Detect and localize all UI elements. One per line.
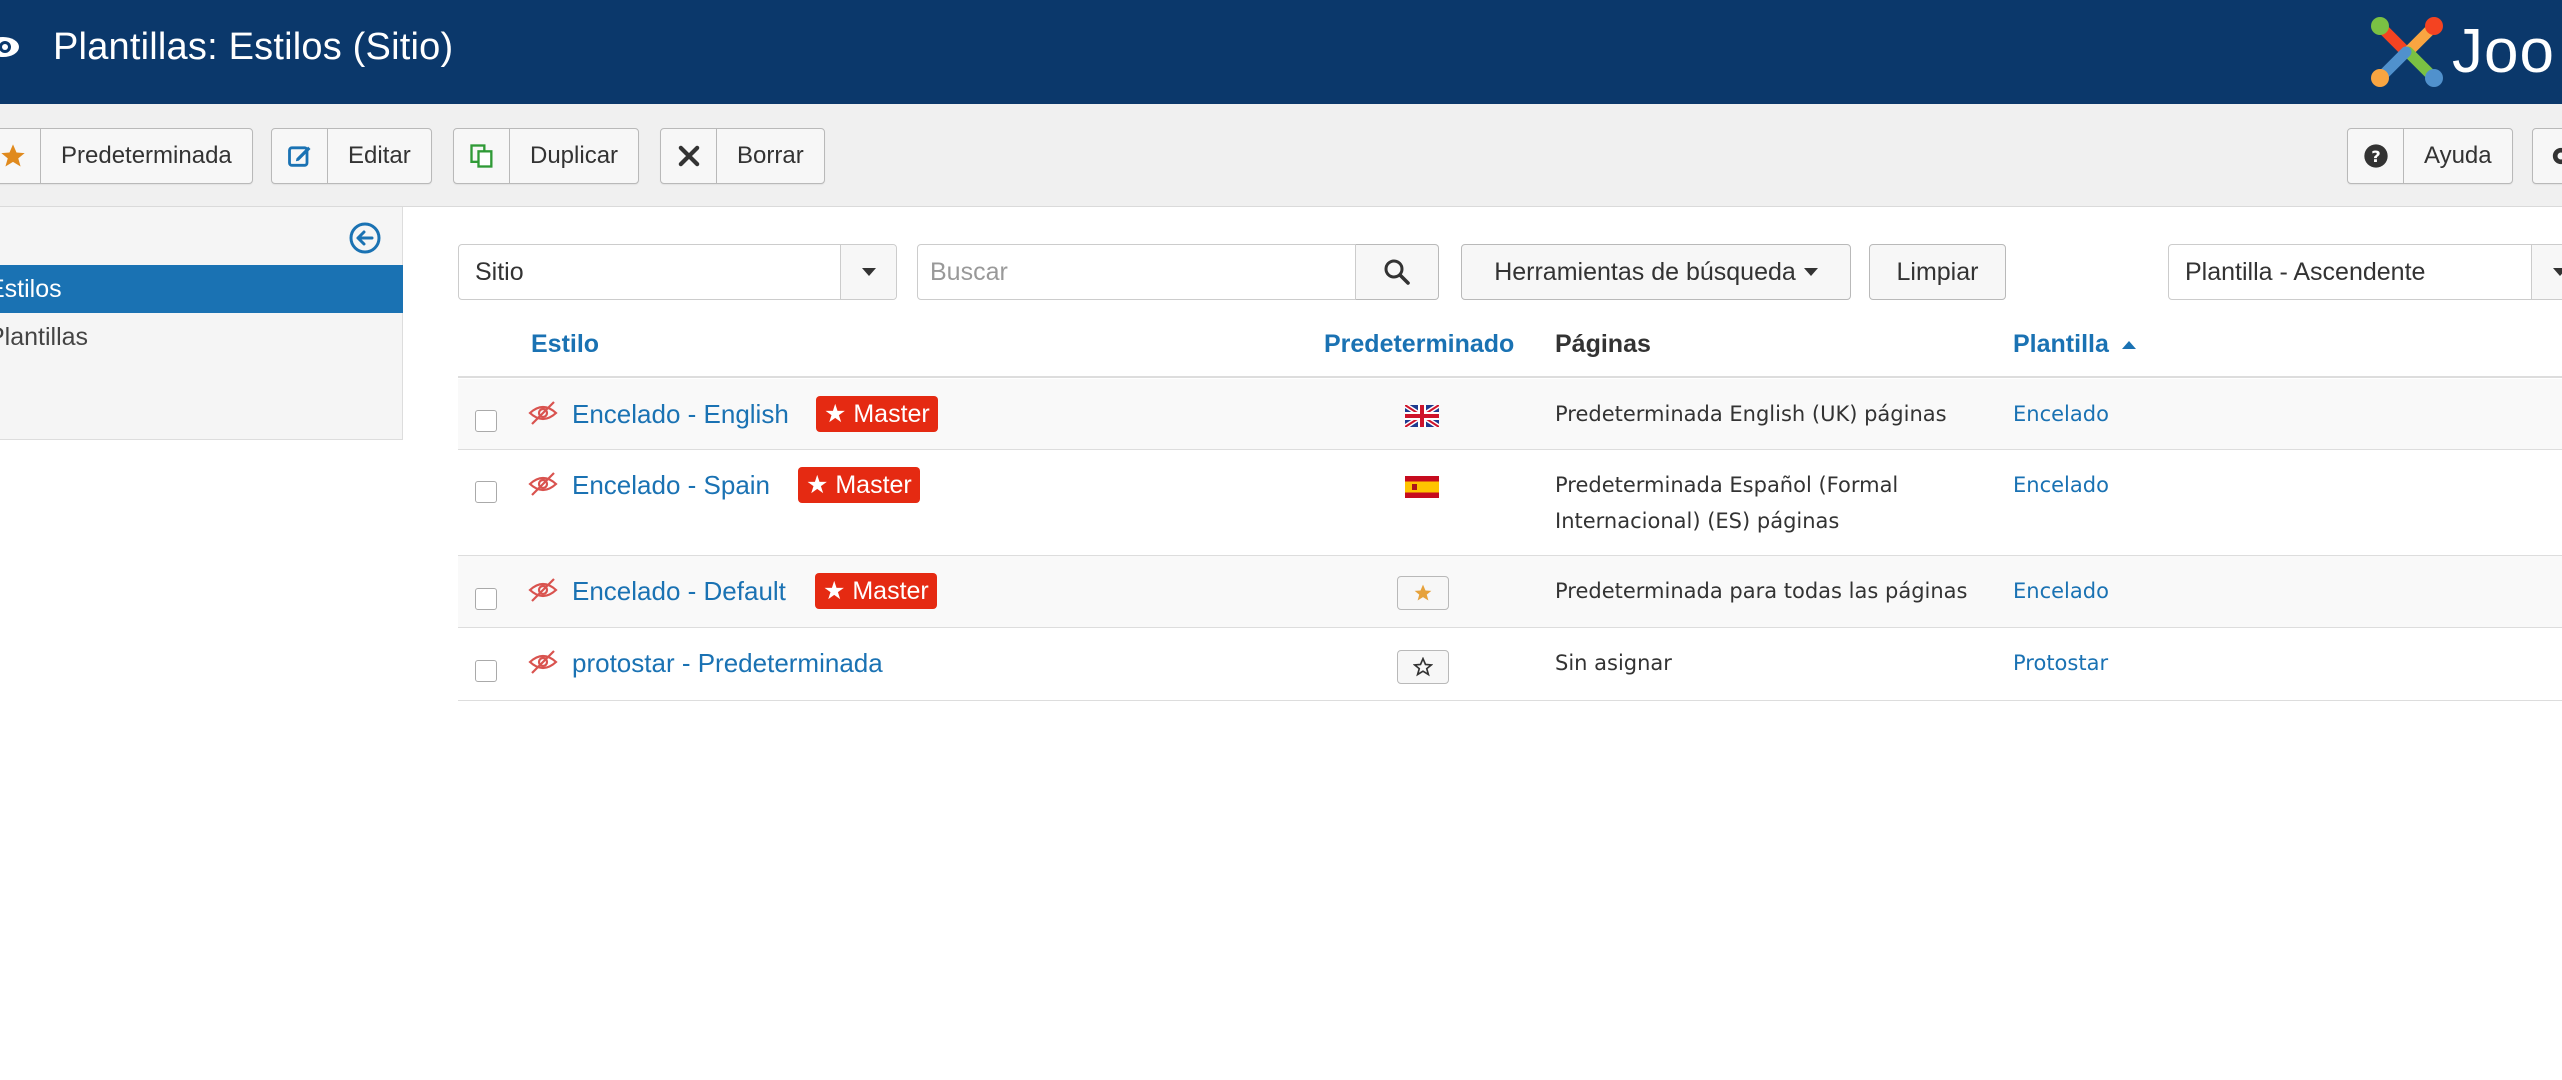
client-select[interactable]: Sitio — [458, 244, 897, 300]
template-link[interactable]: Protostar — [2013, 651, 2108, 675]
close-icon — [661, 129, 717, 183]
sort-ascending-icon — [2121, 341, 2136, 350]
gear-icon — [2533, 129, 2562, 183]
column-header-template[interactable]: Plantilla — [2013, 330, 2136, 359]
star-icon — [0, 129, 41, 183]
template-link[interactable]: Encelado — [2013, 402, 2109, 426]
delete-button[interactable]: Borrar — [660, 128, 825, 184]
search-icon — [1384, 259, 1410, 285]
caret-down-icon — [840, 245, 896, 299]
template-link[interactable]: Encelado — [2013, 579, 2109, 603]
style-link[interactable]: Encelado - Spain — [572, 470, 770, 501]
sidebar-item-label: Plantillas — [0, 322, 89, 351]
pages-text: Sin asignar — [1555, 651, 1672, 675]
search-button[interactable] — [1356, 244, 1439, 300]
eye-slash-icon — [528, 650, 558, 674]
template-link[interactable]: Encelado — [2013, 473, 2109, 497]
copy-icon — [454, 129, 510, 183]
sidebar-item-styles[interactable]: Estilos — [0, 265, 403, 313]
search-input[interactable] — [917, 244, 1356, 300]
svg-text:?: ? — [2371, 147, 2380, 166]
master-badge: ★ Master — [816, 396, 938, 432]
eye-icon — [0, 37, 19, 57]
clear-button[interactable]: Limpiar — [1869, 244, 2006, 300]
star-outline-icon — [1413, 657, 1433, 677]
table-row: Encelado - English ★ Master Predetermina… — [458, 379, 2562, 450]
column-header-pages: Páginas — [1555, 330, 1651, 358]
question-icon: ? — [2348, 129, 2404, 183]
table-row: protostar - Predeterminada Sin asignar P… — [458, 628, 2562, 701]
style-link[interactable]: Encelado - Default — [572, 576, 786, 607]
options-button[interactable] — [2532, 128, 2562, 184]
sidebar-item-templates[interactable]: Plantillas — [0, 313, 403, 361]
default-toggle-button[interactable] — [1397, 576, 1449, 610]
column-header-style[interactable]: Estilo — [531, 330, 599, 359]
page-title: Plantillas: Estilos (Sitio) — [53, 26, 454, 68]
caret-down-icon — [2531, 245, 2562, 299]
duplicate-button[interactable]: Duplicar — [453, 128, 640, 184]
app-header: Plantillas: Estilos (Sitio) Joo — [0, 0, 2562, 104]
joomla-logo-text: Joo — [2452, 17, 2555, 86]
row-checkbox[interactable] — [475, 410, 497, 432]
pages-text: Predeterminada English (UK) páginas — [1555, 402, 1947, 426]
search-tools-button[interactable]: Herramientas de búsqueda — [1461, 244, 1851, 300]
default-toggle-button[interactable] — [1397, 650, 1449, 684]
style-link[interactable]: Encelado - English — [572, 399, 789, 430]
caret-down-icon — [1803, 268, 1818, 276]
joomla-logo-icon — [2371, 17, 2443, 87]
table-row: Encelado - Spain ★ Master Predeterminada… — [458, 450, 2562, 556]
star-filled-icon — [1414, 584, 1432, 601]
pages-text: Predeterminada Español (Formal Internaci… — [1555, 473, 1899, 533]
column-header-default[interactable]: Predeterminado — [1324, 330, 1514, 359]
style-link[interactable]: protostar - Predeterminada — [572, 648, 883, 679]
row-checkbox[interactable] — [475, 588, 497, 610]
eye-slash-icon — [528, 472, 558, 496]
spain-flag-icon — [1405, 476, 1439, 498]
uk-flag-icon — [1405, 405, 1439, 427]
sidebar: Estilos Plantillas — [0, 207, 403, 440]
row-checkbox[interactable] — [475, 481, 497, 503]
table-header: Estilo Predeterminado Páginas Plantilla — [458, 318, 2562, 378]
table-row: Encelado - Default ★ Master Predetermina… — [458, 556, 2562, 628]
toolbar: Predeterminada Editar Duplicar Borrar ? … — [0, 104, 2562, 207]
sidebar-item-label: Estilos — [0, 274, 62, 303]
master-badge: ★ Master — [815, 573, 937, 609]
pages-text: Predeterminada para todas las páginas — [1555, 579, 1968, 603]
help-button[interactable]: ? Ayuda — [2347, 128, 2513, 184]
edit-button[interactable]: Editar — [271, 128, 432, 184]
collapse-sidebar-icon[interactable] — [348, 221, 382, 255]
edit-icon — [272, 129, 328, 183]
default-button[interactable]: Predeterminada — [0, 128, 253, 184]
master-badge: ★ Master — [798, 467, 920, 503]
search-group — [917, 244, 1439, 300]
eye-slash-icon — [528, 401, 558, 425]
row-checkbox[interactable] — [475, 660, 497, 682]
eye-slash-icon — [528, 578, 558, 602]
ordering-select[interactable]: Plantilla - Ascendente — [2168, 244, 2562, 300]
